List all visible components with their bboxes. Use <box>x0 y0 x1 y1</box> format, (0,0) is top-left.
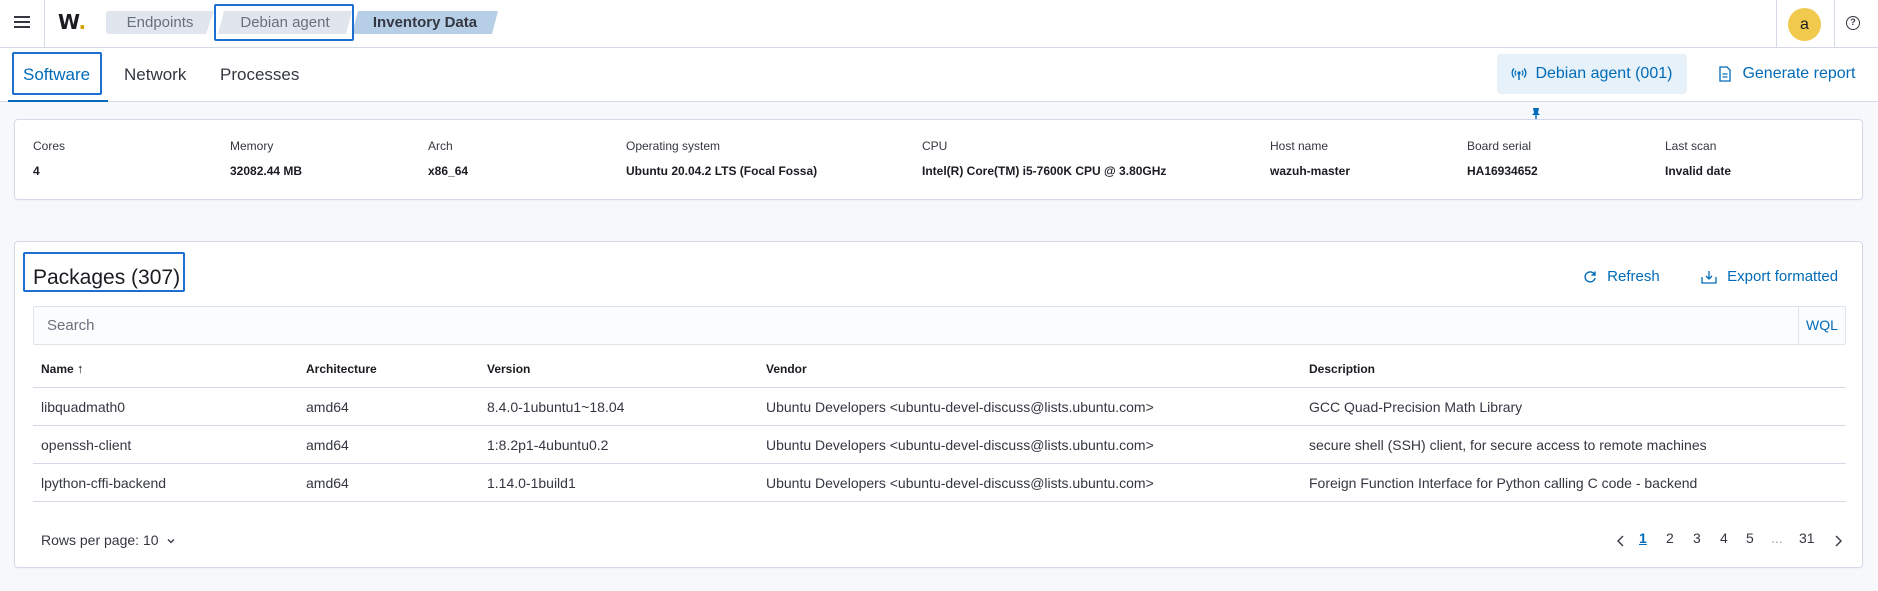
cell-name: libquadmath0 <box>41 399 126 415</box>
breadcrumb-debian-agent[interactable]: Debian agent <box>218 11 352 34</box>
rows-per-page-label: Rows per page: 10 <box>41 532 159 548</box>
breadcrumb-inventory-data: Inventory Data <box>352 11 498 34</box>
cell-description: secure shell (SSH) client, for secure ac… <box>1309 437 1707 453</box>
column-header-vendor[interactable]: Vendor <box>766 348 807 390</box>
export-formatted-label: Export formatted <box>1727 268 1839 285</box>
tabs-row: Software Network Processes Debian agent … <box>0 48 1878 120</box>
info-arch: Arch x86_64 <box>428 139 469 178</box>
refresh-button[interactable]: Refresh <box>1583 268 1660 285</box>
generate-report-button[interactable]: Generate report <box>1718 54 1855 94</box>
page-1[interactable]: 1 <box>1639 530 1647 546</box>
cell-name: openssh-client <box>41 437 132 453</box>
agent-selector-button[interactable]: Debian agent (001) <box>1497 54 1687 120</box>
export-icon <box>1701 271 1717 284</box>
chevron-down-icon <box>167 539 175 544</box>
column-header-description[interactable]: Description <box>1309 348 1375 390</box>
cell-description: GCC Quad-Precision Math Library <box>1309 399 1523 415</box>
cell-name: lpython-cffi-backend <box>41 475 167 491</box>
packages-table: Name ↑ Architecture Version Vendor Descr… <box>33 348 1846 502</box>
refresh-icon <box>1584 271 1596 283</box>
column-header-architecture[interactable]: Architecture <box>306 348 377 390</box>
wql-button[interactable]: WQL <box>1798 307 1845 344</box>
page-2[interactable]: 2 <box>1666 530 1674 546</box>
cell-vendor: Ubuntu Developers <ubuntu-devel-discuss@… <box>766 437 1154 453</box>
avatar[interactable]: a <box>1788 8 1821 41</box>
page-3[interactable]: 3 <box>1693 530 1701 546</box>
cell-version: 1.14.0-1build1 <box>487 475 576 491</box>
breadcrumb-endpoints[interactable]: Endpoints <box>106 11 214 34</box>
top-bar: W. Endpoints Debian agent Inventory Data… <box>0 0 1878 48</box>
info-host-name: Host name wazuh-master <box>1270 139 1351 178</box>
help-icon[interactable]: ? <box>1846 16 1860 30</box>
page-4[interactable]: 4 <box>1720 530 1728 546</box>
rows-per-page-select[interactable]: Rows per page: 10 <box>41 532 176 548</box>
info-board-serial: Board serial HA16934652 <box>1467 139 1538 178</box>
cell-description: Foreign Function Interface for Python ca… <box>1309 475 1698 491</box>
info-cpu: CPU Intel(R) Core(TM) i5-7600K CPU @ 3.80… <box>922 139 1167 178</box>
search-input[interactable] <box>34 307 1794 344</box>
wazuh-logo[interactable]: W. <box>58 10 86 34</box>
cell-architecture: amd64 <box>306 437 349 453</box>
divider <box>1776 0 1777 48</box>
page-ellipsis: ... <box>1771 530 1783 546</box>
packages-panel: Packages (307) Refresh Export formatted … <box>14 241 1863 568</box>
column-header-version[interactable]: Version <box>487 348 530 390</box>
cell-architecture: amd64 <box>306 475 349 491</box>
info-cores: Cores 4 <box>33 139 66 178</box>
active-tab-indicator <box>8 100 108 102</box>
column-header-name[interactable]: Name ↑ <box>41 348 84 390</box>
page-5[interactable]: 5 <box>1746 530 1754 546</box>
refresh-label: Refresh <box>1607 268 1660 285</box>
info-memory: Memory 32082.44 MB <box>230 139 303 178</box>
search-bar: WQL <box>33 306 1846 345</box>
chevron-right-icon[interactable] <box>1832 534 1844 548</box>
tab-software[interactable]: Software <box>23 48 90 102</box>
table-row[interactable]: openssh-client amd64 1:8.2p1-4ubuntu0.2 … <box>33 426 1846 464</box>
cell-version: 1:8.2p1-4ubuntu0.2 <box>487 437 609 453</box>
info-operating-system: Operating system Ubuntu 20.04.2 LTS (Foca… <box>626 139 818 178</box>
table-row[interactable]: lpython-cffi-backend amd64 1.14.0-1build… <box>33 464 1846 502</box>
cell-architecture: amd64 <box>306 399 349 415</box>
page-31[interactable]: 31 <box>1799 530 1815 546</box>
tab-network[interactable]: Network <box>124 48 186 102</box>
agent-info-panel: Cores 4 Memory 32082.44 MB Arch x86_64 Oper… <box>14 119 1863 200</box>
document-icon <box>1719 66 1731 82</box>
table-row[interactable]: libquadmath0 amd64 8.4.0-1ubuntu1~18.04 … <box>33 388 1846 426</box>
menu-icon[interactable] <box>12 12 32 32</box>
packages-title: Packages (307) <box>33 266 181 289</box>
generate-report-label: Generate report <box>1742 65 1856 82</box>
tab-processes[interactable]: Processes <box>220 48 299 102</box>
cell-vendor: Ubuntu Developers <ubuntu-devel-discuss@… <box>766 475 1154 491</box>
cell-vendor: Ubuntu Developers <ubuntu-devel-discuss@… <box>766 399 1154 415</box>
agent-selector-label: Debian agent (001) <box>1535 65 1673 82</box>
info-last-scan: Last scan Invalid date <box>1665 139 1732 178</box>
table-header: Name ↑ Architecture Version Vendor Descr… <box>33 348 1846 388</box>
cell-version: 8.4.0-1ubuntu1~18.04 <box>487 399 625 415</box>
divider <box>44 0 45 48</box>
divider <box>1834 0 1835 48</box>
sort-ascending-icon: ↑ <box>77 361 84 376</box>
chevron-left-icon[interactable] <box>1615 534 1627 548</box>
antenna-icon <box>1511 67 1527 80</box>
export-formatted-button[interactable]: Export formatted <box>1701 268 1838 285</box>
